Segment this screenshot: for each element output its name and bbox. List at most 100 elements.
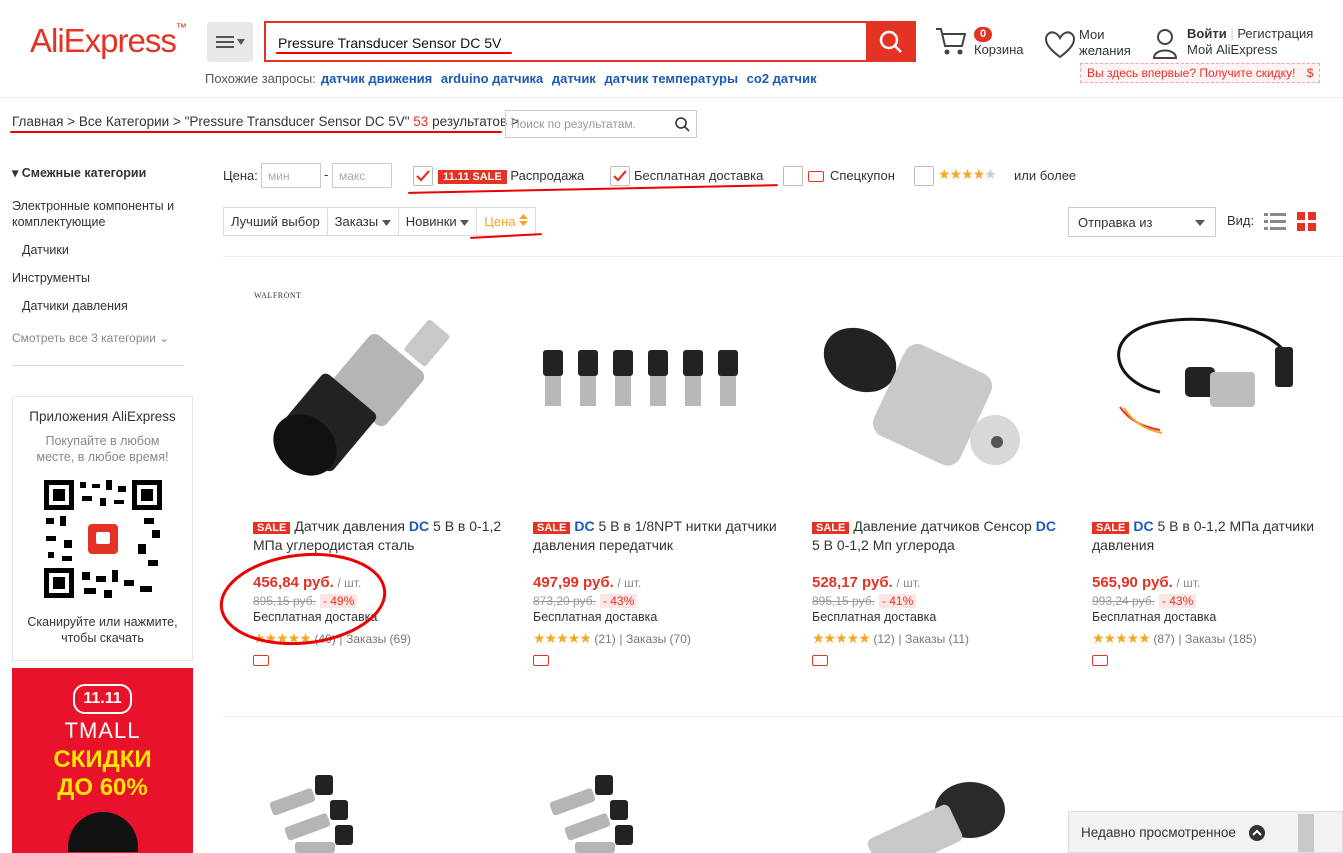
wishlist-line1: Мои — [1079, 27, 1105, 42]
product-card[interactable]: SALE DC 5 В в 0-1,2 МПа датчики давления … — [1092, 518, 1342, 666]
caret-down-icon — [460, 220, 470, 226]
product-image[interactable] — [1100, 312, 1315, 452]
chevron-up-icon — [1249, 825, 1265, 841]
product-title[interactable]: SALE DC 5 В в 0-1,2 МПа датчики давления — [1092, 518, 1342, 554]
product-card[interactable]: SALE DC 5 В в 1/8NPT нитки датчики давлен… — [533, 518, 783, 666]
caret-down-icon — [381, 220, 391, 226]
related-searches: Похожие запросы: датчик движения arduino … — [205, 71, 817, 86]
free-shipping-checkbox[interactable] — [610, 166, 630, 186]
grid-view-button[interactable] — [1297, 212, 1316, 234]
my-aliexpress-link[interactable]: Мой AliExpress — [1187, 42, 1313, 58]
sort-orders[interactable]: Заказы — [328, 208, 399, 235]
wishlist-button[interactable] — [1044, 30, 1076, 63]
search-icon[interactable] — [674, 116, 690, 132]
related-link[interactable]: датчик — [552, 71, 596, 86]
free-shipping-label[interactable]: Бесплатная доставка — [634, 168, 763, 183]
refine-search-input[interactable]: Поиск по результатам. — [505, 110, 697, 138]
annotation-circle — [219, 552, 387, 646]
review-count[interactable]: (21) — [594, 632, 615, 646]
coupon-label[interactable]: Спецкупон — [830, 168, 895, 183]
coupon-icon — [253, 655, 269, 666]
app-title: Приложения AliExpress — [29, 409, 176, 424]
sort-newest[interactable]: Новинки — [399, 208, 478, 235]
list-view-button[interactable] — [1264, 212, 1286, 233]
review-count[interactable]: (12) — [873, 632, 894, 646]
rating-checkbox[interactable] — [914, 166, 934, 186]
register-link[interactable]: Регистрация — [1237, 26, 1313, 41]
price-unit: / шт. — [617, 576, 642, 590]
results-label: результатов — [432, 114, 508, 129]
product-title[interactable]: SALE DC 5 В в 1/8NPT нитки датчики давлен… — [533, 518, 783, 554]
product-title[interactable]: SALE Давление датчиков Сенсор DC 5 В 0-1,… — [812, 518, 1062, 554]
result-count: 53 — [413, 114, 429, 129]
recently-viewed-label: Недавно просмотренное — [1081, 825, 1236, 840]
cart-icon — [936, 28, 967, 55]
product-image[interactable] — [253, 305, 473, 505]
related-link[interactable]: датчик движения — [321, 71, 432, 86]
related-link[interactable]: arduino датчика — [441, 71, 543, 86]
sidebar-item-pressure-sensors[interactable]: Датчики давления — [22, 298, 128, 314]
search-button[interactable] — [866, 21, 916, 62]
wishlist-label[interactable]: Мои желания — [1079, 27, 1131, 59]
tmall-sale-line2: ДО 60% — [57, 774, 148, 801]
breadcrumb-all[interactable]: Все Категории — [79, 114, 169, 129]
product-price: 497,99 руб. — [533, 574, 614, 591]
sidebar-item-sensors[interactable]: Датчики — [22, 242, 69, 258]
rating-stars-icon: ★★★★★ — [812, 630, 871, 646]
related-categories-heading[interactable]: ▾ Смежные категории — [12, 165, 146, 180]
product-image[interactable] — [815, 315, 1030, 485]
account-links: Войти | Регистрация Мой AliExpress — [1187, 26, 1314, 58]
price-unit: / шт. — [1176, 576, 1201, 590]
chevron-down-icon: ⌄ — [159, 331, 170, 345]
sidebar-item-electronics[interactable]: Электронные компоненты и комплектующие — [12, 198, 174, 230]
login-link[interactable]: Войти — [1187, 26, 1227, 41]
ship-from-select[interactable]: Отправка из — [1068, 207, 1216, 237]
breadcrumb-home[interactable]: Главная — [12, 114, 63, 129]
product-image[interactable] — [860, 775, 1010, 853]
product-brand: WALFRONT — [254, 291, 302, 300]
sidebar-item-label: Электронные компоненты и — [12, 199, 175, 213]
price-dash: - — [324, 167, 329, 182]
discount-badge: - 43% — [1158, 594, 1197, 608]
product-image[interactable] — [540, 770, 650, 853]
app-subtitle-line: месте, в любое время! — [36, 450, 169, 464]
coupon-icon — [808, 171, 824, 182]
heart-icon — [1044, 31, 1076, 59]
aliexpress-logo[interactable]: AliExpress™ — [30, 22, 187, 60]
account-button[interactable] — [1152, 28, 1178, 63]
sale-checkbox[interactable] — [413, 166, 433, 186]
tmall-sale-line1: СКИДКИ — [53, 746, 152, 773]
sort-price[interactable]: Цена — [477, 208, 535, 235]
coupon-icon — [1092, 655, 1108, 666]
see-all-categories-link[interactable]: Смотреть все 3 категории ⌄ — [12, 331, 169, 345]
qr-code[interactable] — [44, 480, 162, 598]
recently-viewed-bar[interactable]: Недавно просмотренное — [1068, 811, 1343, 853]
old-price: 993,24 руб. — [1092, 594, 1155, 608]
tmall-banner[interactable]: 11.11 TMALL СКИДКИ ДО 60% — [12, 668, 193, 853]
view-label: Вид: — [1227, 213, 1255, 228]
search-input[interactable]: Pressure Transducer Sensor DC 5V — [264, 21, 866, 62]
price-max-input[interactable]: макс — [332, 163, 392, 188]
review-count[interactable]: (87) — [1153, 632, 1174, 646]
related-link[interactable]: co2 датчик — [747, 71, 817, 86]
sort-best-match[interactable]: Лучший выбор — [224, 208, 328, 235]
related-link[interactable]: датчик температуры — [604, 71, 738, 86]
product-image[interactable] — [535, 345, 750, 425]
free-shipping-text: Бесплатная доставка — [533, 610, 658, 624]
product-card[interactable]: SALE Давление датчиков Сенсор DC 5 В 0-1,… — [812, 518, 1062, 666]
product-image[interactable] — [260, 770, 370, 853]
recent-thumbnail[interactable] — [1298, 814, 1314, 852]
categories-menu-button[interactable] — [207, 22, 253, 62]
first-visit-promo[interactable]: Вы здесь впервые? Получите скидку! $ — [1080, 63, 1321, 83]
rating-label[interactable]: или более — [1014, 168, 1076, 183]
sidebar-item-tools[interactable]: Инструменты — [12, 270, 90, 286]
product-title[interactable]: SALE Датчик давления DC 5 В в 0-1,2 МПа у… — [253, 518, 503, 554]
app-subtitle-line: Покупайте в любом — [45, 434, 160, 448]
coupon-checkbox[interactable] — [783, 166, 803, 186]
price-min-input[interactable]: мин — [261, 163, 321, 188]
cart-label[interactable]: Корзина — [974, 42, 1024, 58]
cart-button[interactable] — [935, 26, 967, 59]
sale-filter[interactable]: 11.11 SALE Распродажа — [438, 168, 584, 184]
app-scan-line: чтобы скачать — [61, 631, 144, 645]
discount-badge: - 43% — [599, 594, 638, 608]
